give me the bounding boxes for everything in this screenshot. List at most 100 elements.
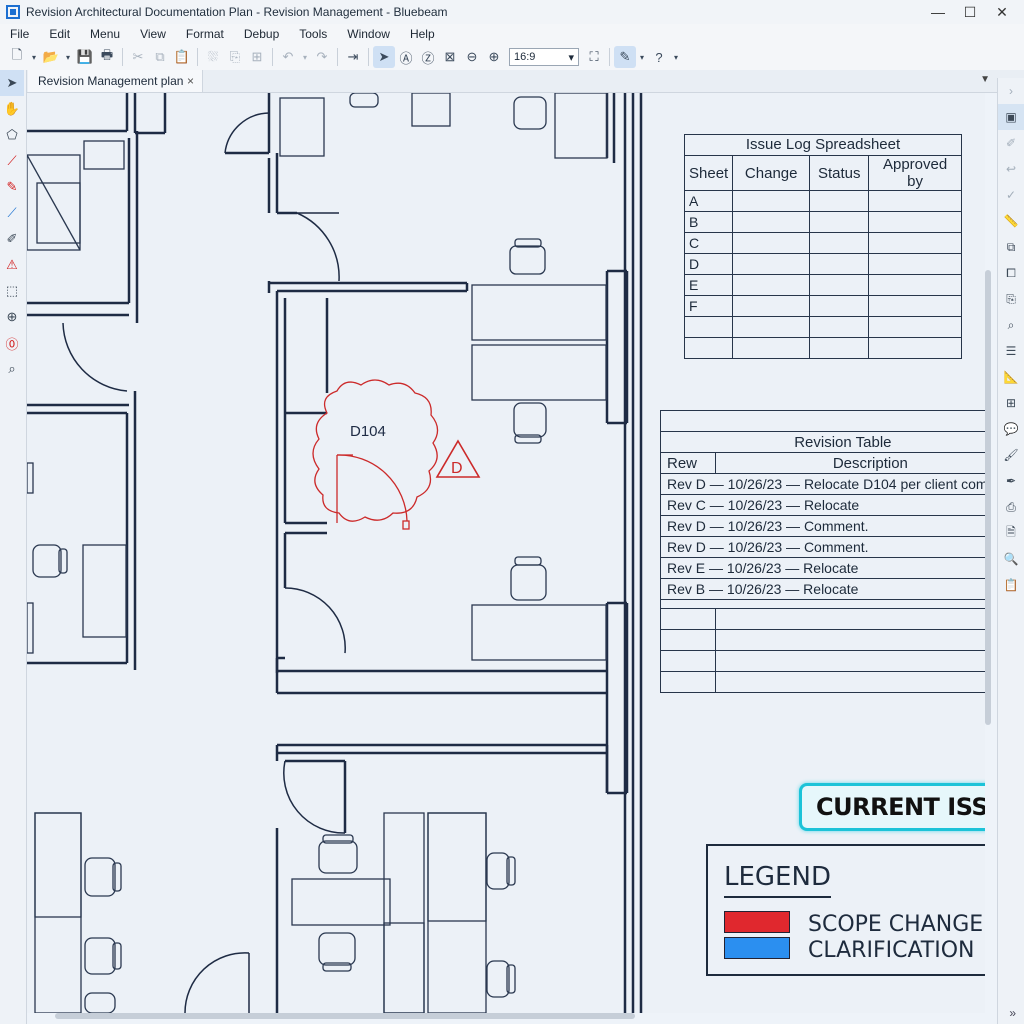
ruler-icon[interactable]: 📐 — [998, 364, 1024, 390]
zoom-icon[interactable]: 🔍 — [998, 546, 1024, 572]
search-doc-icon[interactable]: ⌕ — [998, 312, 1024, 338]
paste-icon[interactable]: 📋 — [171, 46, 193, 68]
menu-help[interactable]: Help — [400, 27, 445, 41]
format-painter-icon[interactable]: ⊞ — [246, 46, 268, 68]
sheet-cell: A — [683, 190, 734, 212]
tab-label: Revision Management plan — [38, 74, 184, 88]
menu-format[interactable]: Format — [176, 27, 234, 41]
right-tool-strip: › ▣ ✐ ↩ ✓ 📏 ⧉ ⧠ ⎘ ⌕ ☰ 📐 ⊞ 💬 🖌 ✒ ⎙ 🗎 🔍 📋 — [997, 78, 1024, 1024]
measure-icon[interactable]: 📏 — [998, 208, 1024, 234]
redo-icon[interactable]: ↷ — [311, 46, 333, 68]
zoom-out-icon[interactable]: ⊖ — [461, 46, 483, 68]
menu-debup[interactable]: Debup — [234, 27, 289, 41]
clipboard-icon[interactable]: 📋 — [998, 572, 1024, 598]
main-toolbar: 🗋 ▾ 📂 ▾ 💾 🖶 ✂ ⧉ 📋 ⛆ ⎘ ⊞ ↶ ▾ ↷ ⇥ ➤ Ⓐ Ⓩ ⊠ … — [0, 44, 1024, 71]
copy-icon[interactable]: ⧉ — [149, 46, 171, 68]
zoom-area-icon[interactable]: ⊠ — [439, 46, 461, 68]
stamp-icon[interactable]: ⛆ — [202, 46, 224, 68]
brush-icon[interactable]: 🖌 — [998, 442, 1024, 468]
menu-menu[interactable]: Menu — [80, 27, 130, 41]
pen-tool-icon[interactable]: ✎ — [614, 46, 636, 68]
document-list-icon[interactable]: ☰ — [998, 338, 1024, 364]
revision-row-text: Rev D — 10/26/23 — Relocate D104 per cli… — [659, 473, 985, 495]
export-icon[interactable]: ⇥ — [342, 46, 364, 68]
add-markup-icon[interactable]: ⊞ — [998, 390, 1024, 416]
dashed-rectangle-icon[interactable]: ⬚ — [0, 278, 24, 304]
snapshot-icon[interactable]: Ⓩ — [417, 46, 439, 68]
reply-icon[interactable]: ↩ — [998, 156, 1024, 182]
highlighter-icon[interactable]: ✐ — [0, 226, 24, 252]
maximize-button[interactable]: ☐ — [954, 0, 986, 24]
expand-panel-icon[interactable]: › — [998, 78, 1024, 104]
area-select-icon[interactable]: ⌕ — [0, 356, 24, 382]
line-tool-icon[interactable]: ⟋ — [0, 148, 24, 174]
scope-change-swatch — [724, 911, 790, 933]
drawing-canvas[interactable]: D104 D Issue Log Spreadsheet Sheet Chang… — [27, 93, 985, 1013]
document-tab-bar: Revision Management plan × ▼ — [0, 70, 1024, 93]
fit-page-icon[interactable]: ⛶ — [583, 46, 605, 68]
camera-icon[interactable]: ⎙ — [998, 494, 1024, 520]
open-folder-icon[interactable]: 📂 — [40, 46, 62, 68]
revision-delta-label: D — [451, 460, 463, 477]
current-issue-stamp[interactable]: CURRENT ISSUE — [799, 783, 985, 831]
file-icon[interactable]: 🗎 — [998, 520, 1024, 546]
count-tool-icon[interactable]: ⓪ — [0, 330, 24, 356]
save-icon[interactable]: 💾 — [74, 46, 96, 68]
undo-icon[interactable]: ↶ — [277, 46, 299, 68]
checkmark-icon[interactable]: ✓ — [998, 182, 1024, 208]
help-icon[interactable]: ? — [648, 46, 670, 68]
pen-icon[interactable]: ✒ — [998, 468, 1024, 494]
comment-icon[interactable]: 💬 — [998, 416, 1024, 442]
tab-revision-management-plan[interactable]: Revision Management plan × — [28, 70, 203, 92]
cut-icon[interactable]: ✂ — [127, 46, 149, 68]
capture-icon[interactable]: ⎘ — [224, 46, 246, 68]
clarification-label: CLARIFICATION — [808, 938, 975, 963]
menu-file[interactable]: File — [0, 27, 39, 41]
sheet-cell — [683, 337, 734, 359]
select-pointer-icon[interactable]: ➤ — [373, 46, 395, 68]
column-header-status: Status — [809, 155, 870, 191]
sheet-cell: D — [683, 253, 734, 275]
select-text-icon[interactable]: Ⓐ — [395, 46, 417, 68]
pen-red-icon[interactable]: ✎ — [0, 174, 24, 200]
page-link-icon[interactable]: ⎘ — [998, 286, 1024, 312]
close-tab-icon[interactable]: × — [187, 74, 194, 88]
zoom-select[interactable]: 16:9 ▾ — [509, 48, 579, 66]
bluebeam-logo-icon — [6, 5, 20, 19]
toolbar-divider — [368, 48, 369, 66]
shapes-icon[interactable]: ⬠ — [0, 122, 24, 148]
help-dropdown-icon[interactable]: ▾ — [670, 46, 682, 68]
clarification-swatch — [724, 937, 790, 959]
properties-panel-icon[interactable]: ▣ — [998, 104, 1024, 130]
open-dropdown-icon[interactable]: ▾ — [62, 46, 74, 68]
table-row — [683, 316, 962, 338]
pen-dropdown-icon[interactable]: ▾ — [636, 46, 648, 68]
tab-list-chevron-icon[interactable]: ▼ — [980, 74, 990, 85]
horizontal-scrollbar[interactable] — [55, 1013, 635, 1019]
close-window-button[interactable]: ✕ — [986, 0, 1018, 24]
print-icon[interactable]: 🖶 — [96, 46, 118, 68]
magnifier-icon[interactable]: ⊕ — [0, 304, 24, 330]
table-row: Rev C — 10/26/23 — Relocate — [659, 494, 985, 516]
layers-icon[interactable]: ⧉ — [998, 234, 1024, 260]
menu-view[interactable]: View — [130, 27, 176, 41]
undo-dropdown-icon[interactable]: ▾ — [299, 46, 311, 68]
minimize-button[interactable]: — — [922, 0, 954, 24]
new-document-icon[interactable]: 🗋 — [6, 46, 28, 68]
warning-triangle-icon[interactable]: ⚠ — [0, 252, 24, 278]
edit-markup-icon[interactable]: ✐ — [998, 130, 1024, 156]
column-header-sheet: Sheet — [683, 155, 734, 191]
zoom-in-icon[interactable]: ⊕ — [483, 46, 505, 68]
pointer-tool-icon[interactable]: ➤ — [0, 70, 24, 96]
table-row: F — [683, 295, 962, 317]
expand-corner-icon[interactable]: » — [1009, 1006, 1016, 1020]
menu-tools[interactable]: Tools — [289, 27, 337, 41]
new-dropdown-icon[interactable]: ▾ — [28, 46, 40, 68]
overlay-icon[interactable]: ⧠ — [998, 260, 1024, 286]
pan-hand-icon[interactable]: ✋ — [0, 96, 24, 122]
menu-edit[interactable]: Edit — [39, 27, 80, 41]
menu-window[interactable]: Window — [337, 27, 400, 41]
vertical-scrollbar[interactable] — [985, 270, 991, 725]
line-blue-icon[interactable]: ⟋ — [0, 200, 24, 226]
toolbar-divider — [272, 48, 273, 66]
